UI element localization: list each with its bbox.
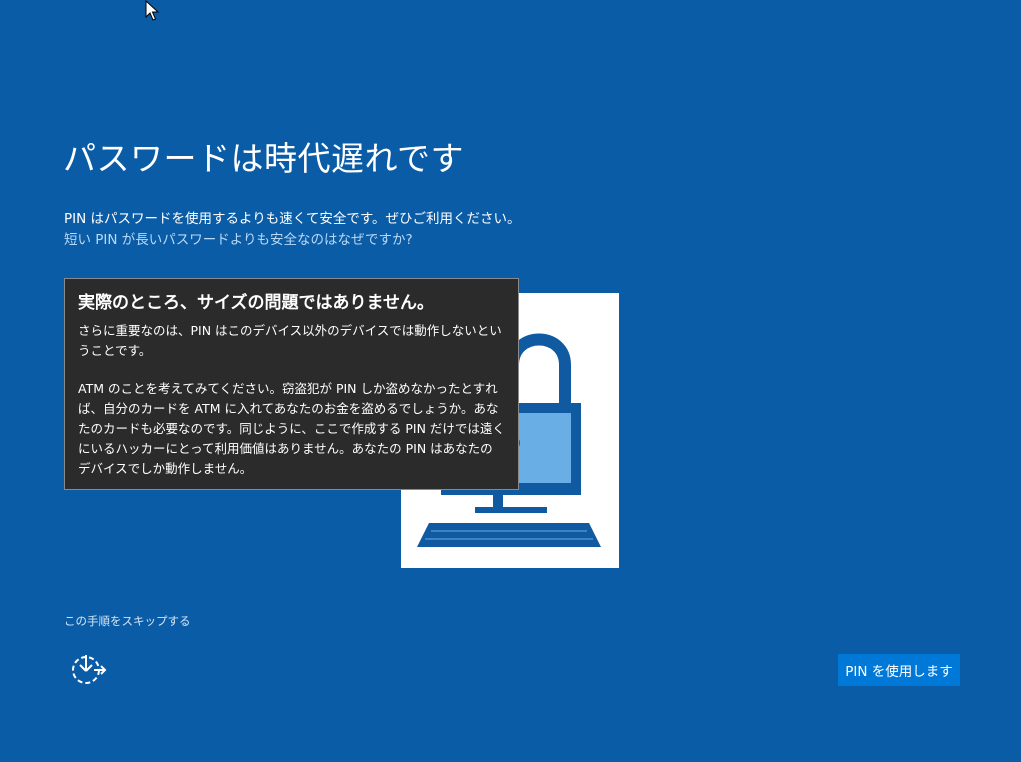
mouse-pointer-icon [145, 0, 160, 21]
why-pin-safer-link[interactable]: 短い PIN が長いパスワードよりも安全なのはなぜですか? [64, 228, 413, 248]
use-pin-button[interactable]: PIN を使用します [838, 654, 960, 686]
page-title: パスワードは時代遅れです [63, 139, 465, 178]
page-description: PIN はパスワードを使用するよりも速くて安全です。ぜひご利用ください。 [64, 211, 521, 227]
skip-step-link[interactable]: この手順をスキップする [64, 613, 191, 629]
tooltip-paragraph: ATM のことを考えてみてください。窃盗犯が PIN しか盗めなかったとすれば、… [78, 381, 505, 476]
ease-of-access-icon[interactable] [68, 652, 108, 688]
tooltip-paragraph: さらに重要なのは、PIN はこのデバイス以外のデバイスでは動作しないということで… [78, 323, 502, 358]
pin-explanation-tooltip: 実際のところ、サイズの問題ではありません。 さらに重要なのは、PIN はこのデバ… [64, 278, 519, 490]
tooltip-title: 実際のところ、サイズの問題ではありません。 [78, 293, 434, 313]
